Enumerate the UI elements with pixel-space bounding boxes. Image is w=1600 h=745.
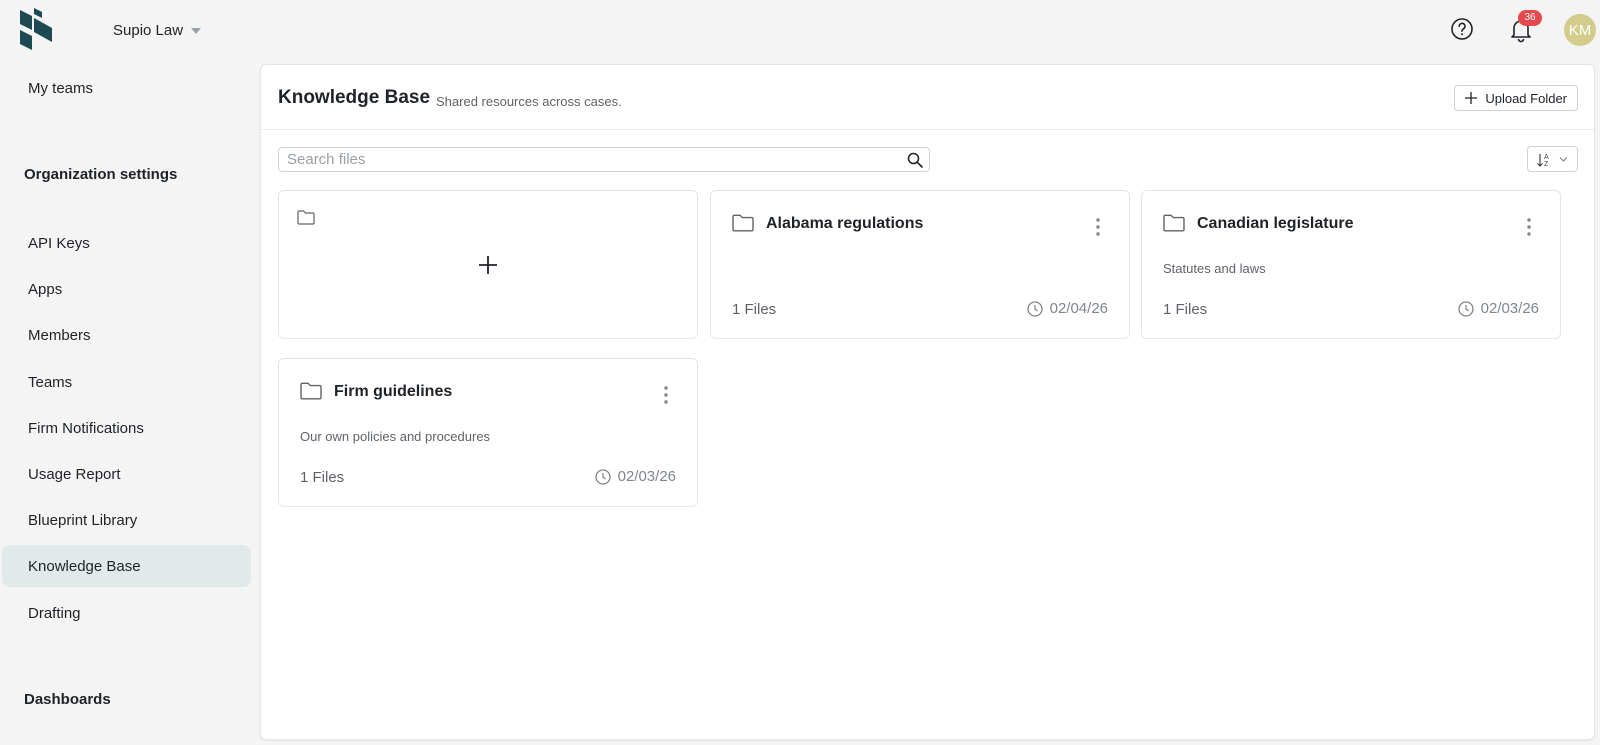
folder-name: Alabama regulations <box>766 215 924 232</box>
sidebar-item-blueprint-library[interactable]: Blueprint Library <box>2 499 251 541</box>
folder-card-firm-guidelines[interactable]: Firm guidelines Our own policies and pro… <box>278 358 698 507</box>
folder-icon <box>300 382 322 400</box>
file-count: 1 Files <box>1163 301 1208 318</box>
page-header: Knowledge Base Shared resources across c… <box>261 65 1594 130</box>
svg-text:A: A <box>1544 154 1549 161</box>
date-text: 02/04/26 <box>1049 300 1108 317</box>
file-count: 1 Files <box>732 301 777 318</box>
folder-icon <box>732 214 754 232</box>
more-options-icon[interactable] <box>1526 217 1532 237</box>
upload-folder-label: Upload Folder <box>1485 90 1567 106</box>
org-switcher[interactable]: Supio Law <box>113 18 202 42</box>
folder-date: 02/03/26 <box>594 468 676 485</box>
sidebar: My teams Organization settings API Keys … <box>0 60 258 745</box>
search-icon[interactable] <box>907 152 923 168</box>
sidebar-item-knowledge-base[interactable]: Knowledge Base <box>2 545 251 587</box>
avatar[interactable]: KM <box>1564 14 1596 46</box>
folder-description: Our own policies and procedures <box>300 429 491 444</box>
dashboards-heading: Dashboards <box>24 691 111 708</box>
main-panel: Knowledge Base Shared resources across c… <box>260 64 1595 740</box>
logo[interactable] <box>18 8 54 52</box>
more-options-icon[interactable] <box>1095 217 1101 237</box>
date-text: 02/03/26 <box>617 468 676 485</box>
help-icon[interactable] <box>1450 17 1474 41</box>
top-bar: Supio Law 36 KM <box>0 0 1600 60</box>
folder-icon <box>297 210 315 225</box>
sidebar-item-teams[interactable]: Teams <box>2 361 251 403</box>
notification-badge: 36 <box>1518 10 1542 26</box>
clock-icon <box>1026 300 1043 317</box>
sidebar-item-usage-report[interactable]: Usage Report <box>2 453 251 495</box>
sidebar-item-my-teams[interactable]: My teams <box>2 67 251 109</box>
plus-icon <box>479 256 497 274</box>
search-box <box>278 147 930 172</box>
sidebar-item-apps[interactable]: Apps <box>2 268 251 310</box>
folder-card-alabama-regulations[interactable]: Alabama regulations 1 Files 02/04/26 <box>710 190 1130 339</box>
folder-card-canadian-legislature[interactable]: Canadian legislature Statutes and laws 1… <box>1141 190 1561 339</box>
svg-text:Z: Z <box>1544 161 1549 168</box>
folder-name: Firm guidelines <box>334 383 453 400</box>
folder-icon <box>1163 214 1185 232</box>
clock-icon <box>594 468 611 485</box>
folder-name: Canadian legislature <box>1197 215 1354 232</box>
new-folder-card[interactable] <box>278 190 698 339</box>
sidebar-item-api-keys[interactable]: API Keys <box>2 222 251 264</box>
chevron-down-icon <box>191 28 202 34</box>
page-title: Knowledge Base <box>278 87 431 108</box>
sidebar-item-firm-notifications[interactable]: Firm Notifications <box>2 407 251 449</box>
page-subtitle: Shared resources across cases. <box>436 94 622 109</box>
sidebar-item-members[interactable]: Members <box>2 314 251 356</box>
sidebar-item-drafting[interactable]: Drafting <box>2 592 251 634</box>
file-count: 1 Files <box>300 469 345 486</box>
date-text: 02/03/26 <box>1480 300 1539 317</box>
organization-settings-heading: Organization settings <box>24 166 178 183</box>
org-name: Supio Law <box>113 21 184 39</box>
folder-date: 02/03/26 <box>1457 300 1539 317</box>
plus-icon <box>1465 92 1478 104</box>
upload-folder-button[interactable]: Upload Folder <box>1454 85 1578 111</box>
more-options-icon[interactable] <box>663 385 669 405</box>
folder-description: Statutes and laws <box>1163 261 1266 276</box>
sort-button[interactable]: A Z <box>1527 146 1578 172</box>
folder-date: 02/04/26 <box>1026 300 1108 317</box>
sort-icon: A Z <box>1537 154 1568 168</box>
clock-icon <box>1457 300 1474 317</box>
search-input[interactable] <box>279 148 879 171</box>
